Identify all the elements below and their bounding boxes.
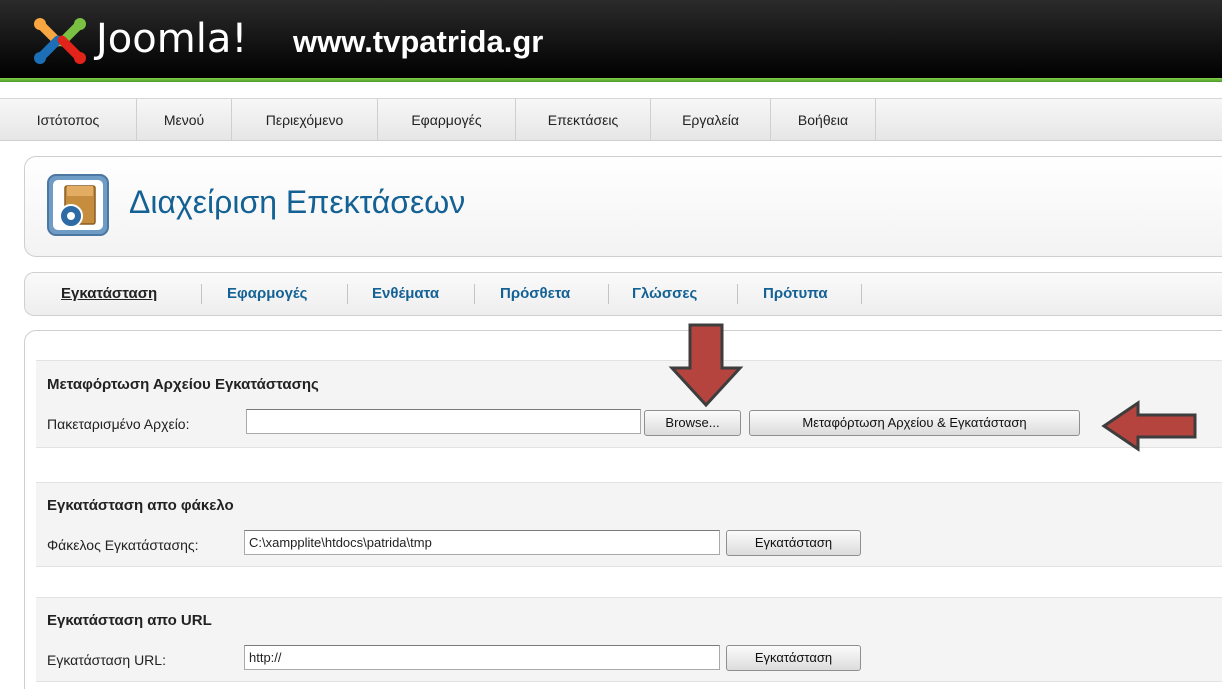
menu-item-menus[interactable]: Μενού (137, 99, 232, 141)
upload-install-button[interactable]: Μεταφόρτωση Αρχείου & Εγκατάσταση (749, 410, 1080, 436)
page-title: Διαχείριση Επεκτάσεων (129, 184, 466, 220)
install-from-url-section: Εγκατάσταση απο URL Εγκατάσταση URL: Εγκ… (36, 597, 1222, 682)
tab-separator (861, 284, 862, 304)
tab-separator (608, 284, 609, 304)
menu-item-content[interactable]: Περιεχόμενο (232, 99, 378, 141)
tab-components[interactable]: Εφαρμογές (227, 273, 308, 315)
install-url-button[interactable]: Εγκατάσταση (726, 645, 861, 671)
install-url-label: Εγκατάσταση URL: (47, 652, 166, 668)
down-arrow-icon (668, 323, 744, 408)
main-menu: Ιστότοπος Μενού Περιεχόμενο Εφαρμογές Επ… (0, 98, 1222, 141)
extension-tabs: Εγκατάσταση Εφαρμογές Ενθέματα Πρόσθετα … (24, 272, 1222, 316)
page-title-panel: Διαχείριση Επεκτάσεων (24, 156, 1222, 257)
tab-install[interactable]: Εγκατάσταση (61, 273, 157, 315)
site-name[interactable]: www.tvpatrida.gr (293, 24, 543, 60)
section-title: Εγκατάσταση απο φάκελο (47, 497, 234, 514)
tab-separator (347, 284, 348, 304)
install-folder-input[interactable] (244, 530, 720, 555)
install-url-input[interactable] (244, 645, 720, 670)
install-folder-label: Φάκελος Εγκατάστασης: (47, 537, 199, 553)
menu-item-site[interactable]: Ιστότοπος (0, 99, 137, 141)
tab-languages[interactable]: Γλώσσες (632, 273, 697, 315)
menu-item-components[interactable]: Εφαρμογές (378, 99, 516, 141)
menu-item-extensions[interactable]: Επεκτάσεις (516, 99, 651, 141)
menu-item-tools[interactable]: Εργαλεία (651, 99, 771, 141)
upload-package-section: Μεταφόρτωση Αρχείου Εγκατάστασης Πακεταρ… (36, 360, 1222, 448)
section-title: Μεταφόρτωση Αρχείου Εγκατάστασης (47, 376, 319, 393)
package-file-label: Πακεταρισμένο Αρχείο: (47, 416, 190, 432)
tab-separator (474, 284, 475, 304)
tab-separator (201, 284, 202, 304)
joomla-logo-icon (34, 18, 86, 64)
section-title: Εγκατάσταση απο URL (47, 612, 212, 629)
menu-item-help[interactable]: Βοήθεια (771, 99, 876, 141)
install-from-folder-section: Εγκατάσταση απο φάκελο Φάκελος Εγκατάστα… (36, 482, 1222, 567)
left-arrow-icon (1101, 400, 1197, 452)
tab-plugins[interactable]: Πρόσθετα (500, 273, 570, 315)
tab-templates[interactable]: Πρότυπα (763, 273, 828, 315)
browse-button[interactable]: Browse... (644, 410, 741, 436)
extension-manager-icon (47, 174, 109, 236)
tab-separator (737, 284, 738, 304)
tab-modules[interactable]: Ενθέματα (372, 273, 439, 315)
package-file-input[interactable] (246, 409, 641, 434)
admin-header: Joomla! www.tvpatrida.gr (0, 0, 1222, 82)
logo-text: Joomla! (96, 16, 248, 62)
install-folder-button[interactable]: Εγκατάσταση (726, 530, 861, 556)
